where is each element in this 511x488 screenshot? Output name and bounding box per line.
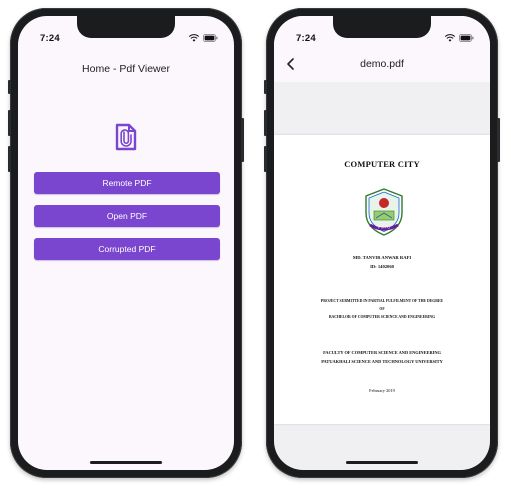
purpose-line-1: PROJECT SUBMITTED IN PARTIAL FULFILMENT …	[320, 299, 444, 303]
doc-heading: COMPUTER CITY	[344, 159, 420, 169]
notch	[333, 16, 431, 38]
seal-text: P S T U	[378, 226, 390, 230]
power-button	[241, 118, 244, 162]
app-bar: Home - Pdf Viewer	[18, 58, 234, 80]
remote-pdf-button[interactable]: Remote PDF	[34, 172, 220, 194]
status-time: 7:24	[296, 33, 316, 44]
home-screen: 7:24 Home - Pdf Viewer Remote PDF Open P…	[18, 16, 234, 470]
document-date: February 2019	[369, 388, 395, 393]
open-pdf-button[interactable]: Open PDF	[34, 205, 220, 227]
author-name: MD. TANVIR ANWAR RAFI	[352, 255, 412, 260]
university-seal-logo: P S T U	[362, 187, 406, 237]
volume-down-button	[264, 146, 267, 172]
pdf-page[interactable]: COMPUTER CITY P S T U MD. TANVIR ANWAR R…	[274, 135, 490, 424]
phone-viewer: 7:24 demo.pdf COMPUTER CITY P S T U MD. …	[264, 8, 500, 478]
battery-icon	[459, 34, 474, 42]
corrupted-pdf-button[interactable]: Corrupted PDF	[34, 238, 220, 260]
mute-switch	[264, 80, 267, 94]
wifi-icon	[189, 34, 199, 42]
volume-down-button	[8, 146, 11, 172]
status-icons	[189, 34, 218, 42]
status-icons	[445, 34, 474, 42]
volume-up-button	[264, 110, 267, 136]
volume-up-button	[8, 110, 11, 136]
document-title: demo.pdf	[360, 58, 404, 70]
app-bar: demo.pdf	[274, 46, 490, 82]
mute-switch	[8, 80, 11, 94]
pdf-viewer-screen: 7:24 demo.pdf COMPUTER CITY P S T U MD. …	[274, 16, 490, 470]
back-arrow-icon[interactable]	[284, 57, 298, 71]
status-time: 7:24	[40, 33, 60, 44]
pdf-file-icon	[114, 123, 138, 151]
home-indicator[interactable]	[90, 461, 162, 464]
battery-icon	[203, 34, 218, 42]
purpose-line-3: BACHELOR OF COMPUTER SCIENCE AND ENGINEE…	[328, 315, 436, 319]
author-id: ID: 1402060	[370, 264, 394, 269]
purpose-line-2: OF	[379, 307, 385, 311]
notch	[77, 16, 175, 38]
page-title: Home - Pdf Viewer	[82, 63, 170, 75]
phone-home: 7:24 Home - Pdf Viewer Remote PDF Open P…	[8, 8, 244, 478]
power-button	[497, 118, 500, 162]
home-indicator[interactable]	[346, 461, 418, 464]
faculty-line-1: FACULTY OF COMPUTER SCIENCE AND ENGINEER…	[323, 350, 441, 355]
faculty-line-2: PATUAKHALI SCIENCE AND TECHNOLOGY UNIVER…	[321, 359, 443, 364]
screenshot-stage: 7:24 Home - Pdf Viewer Remote PDF Open P…	[0, 0, 511, 488]
wifi-icon	[445, 34, 455, 42]
